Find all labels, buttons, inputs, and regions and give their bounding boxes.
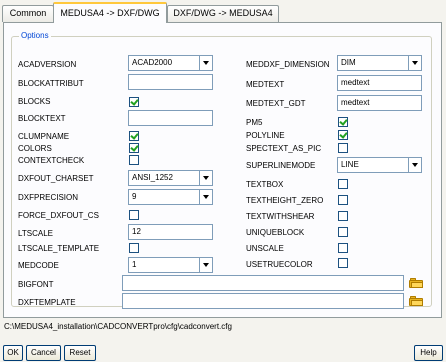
chevron-down-icon[interactable] xyxy=(199,171,212,185)
superlinemode-select[interactable]: LINE xyxy=(337,157,422,173)
clumpname-checkbox[interactable] xyxy=(129,131,139,141)
pm5-label: PM5 xyxy=(246,118,263,127)
tab-bar: Common MEDUSA4 -> DXF/DWG DXF/DWG -> MED… xyxy=(0,0,446,23)
folder-icon[interactable] xyxy=(409,296,423,306)
tab-panel: Options ACADVERSION ACAD2000 BLOCKATTRIB… xyxy=(3,22,442,318)
config-file-path: C:\MEDUSA4_installation\CADCONVERTpro\cf… xyxy=(4,322,232,331)
reset-button[interactable]: Reset xyxy=(64,345,96,361)
uniqueblock-label: UNIQUEBLOCK xyxy=(246,228,305,237)
spectext-as-pic-checkbox[interactable] xyxy=(338,143,348,153)
help-button[interactable]: Help xyxy=(414,345,443,361)
dxfprecision-select[interactable]: 9 xyxy=(128,189,213,205)
meddxf-dimension-value: DIM xyxy=(341,58,356,67)
medtext-gdt-label: MEDTEXT_GDT xyxy=(246,99,306,108)
superlinemode-value: LINE xyxy=(341,160,359,169)
textheight-zero-label: TEXTHEIGHT_ZERO xyxy=(246,196,324,205)
medtext-label: MEDTEXT xyxy=(246,80,285,89)
dxfprecision-value: 9 xyxy=(132,192,137,201)
medtext-gdt-input[interactable]: medtext xyxy=(337,95,422,111)
tab-medusa4-to-dxf-dwg[interactable]: MEDUSA4 -> DXF/DWG xyxy=(53,2,167,23)
tab-dxf-dwg-to-medusa4[interactable]: DXF/DWG -> MEDUSA4 xyxy=(167,5,279,22)
uniqueblock-checkbox[interactable] xyxy=(338,227,348,237)
folder-icon[interactable] xyxy=(409,278,423,288)
chevron-down-icon[interactable] xyxy=(408,158,421,172)
chevron-down-icon[interactable] xyxy=(199,258,212,272)
acadversion-label: ACADVERSION xyxy=(18,60,77,69)
dxfprecision-label: DXFPRECISION xyxy=(18,193,79,202)
usetruecolor-label: USETRUECOLOR xyxy=(246,260,313,269)
blockattribut-label: BLOCKATTRIBUT xyxy=(18,79,84,88)
textbox-label: TEXTBOX xyxy=(246,180,284,189)
dxfout-charset-label: DXFOUT_CHARSET xyxy=(18,174,94,183)
ok-button[interactable]: OK xyxy=(3,345,23,361)
contextcheck-label: CONTEXTCHECK xyxy=(18,156,85,165)
unscale-checkbox[interactable] xyxy=(338,243,348,253)
meddxf-dimension-label: MEDDXF_DIMENSION xyxy=(246,60,330,69)
blocks-label: BLOCKS xyxy=(18,97,51,106)
options-legend: Options xyxy=(19,30,51,42)
blocktext-input[interactable] xyxy=(128,110,213,126)
force-dxfout-cs-label: FORCE_DXFOUT_CS xyxy=(18,211,99,220)
usetruecolor-checkbox[interactable] xyxy=(338,258,348,268)
dxfout-charset-value: ANSI_1252 xyxy=(132,173,173,182)
colors-checkbox[interactable] xyxy=(129,143,139,153)
acadversion-value: ACAD2000 xyxy=(132,58,173,67)
unscale-label: UNSCALE xyxy=(246,244,284,253)
ltscale-template-checkbox[interactable] xyxy=(129,243,139,253)
textwithshear-checkbox[interactable] xyxy=(338,211,348,221)
spectext-as-pic-label: SPECTEXT_AS_PIC xyxy=(246,144,322,153)
clumpname-label: CLUMPNAME xyxy=(18,132,70,141)
acadversion-select[interactable]: ACAD2000 xyxy=(128,55,213,71)
chevron-down-icon[interactable] xyxy=(199,190,212,204)
chevron-down-icon[interactable] xyxy=(199,56,212,70)
ltscale-input[interactable]: 12 xyxy=(128,224,213,240)
polyline-label: POLYLINE xyxy=(246,131,285,140)
ltscale-label: LTSCALE xyxy=(18,229,53,238)
textbox-checkbox[interactable] xyxy=(338,179,348,189)
medcode-value: 1 xyxy=(132,260,137,269)
dxftemplate-label: DXFTEMPLATE xyxy=(18,298,76,307)
ltscale-template-label: LTSCALE_TEMPLATE xyxy=(18,244,100,253)
medcode-label: MEDCODE xyxy=(18,261,59,270)
tab-common[interactable]: Common xyxy=(2,5,54,22)
superlinemode-label: SUPERLINEMODE xyxy=(246,161,316,170)
meddxf-dimension-select[interactable]: DIM xyxy=(337,55,422,71)
dxfout-charset-select[interactable]: ANSI_1252 xyxy=(128,170,213,186)
bigfont-input[interactable] xyxy=(122,275,404,291)
polyline-checkbox[interactable] xyxy=(338,130,348,140)
blockattribut-input[interactable] xyxy=(128,74,213,90)
textheight-zero-checkbox[interactable] xyxy=(338,195,348,205)
chevron-down-icon[interactable] xyxy=(408,56,421,70)
colors-label: COLORS xyxy=(18,144,52,153)
medcode-select[interactable]: 1 xyxy=(128,257,213,273)
textwithshear-label: TEXTWITHSHEAR xyxy=(246,212,315,221)
cancel-button[interactable]: Cancel xyxy=(26,345,61,361)
bigfont-label: BIGFONT xyxy=(18,280,54,289)
contextcheck-checkbox[interactable] xyxy=(129,155,139,165)
blocks-checkbox[interactable] xyxy=(129,97,139,107)
dxftemplate-input[interactable] xyxy=(122,293,404,309)
medtext-input[interactable]: medtext xyxy=(337,75,422,91)
force-dxfout-cs-checkbox[interactable] xyxy=(129,210,139,220)
pm5-checkbox[interactable] xyxy=(338,117,348,127)
blocktext-label: BLOCKTEXT xyxy=(18,114,66,123)
